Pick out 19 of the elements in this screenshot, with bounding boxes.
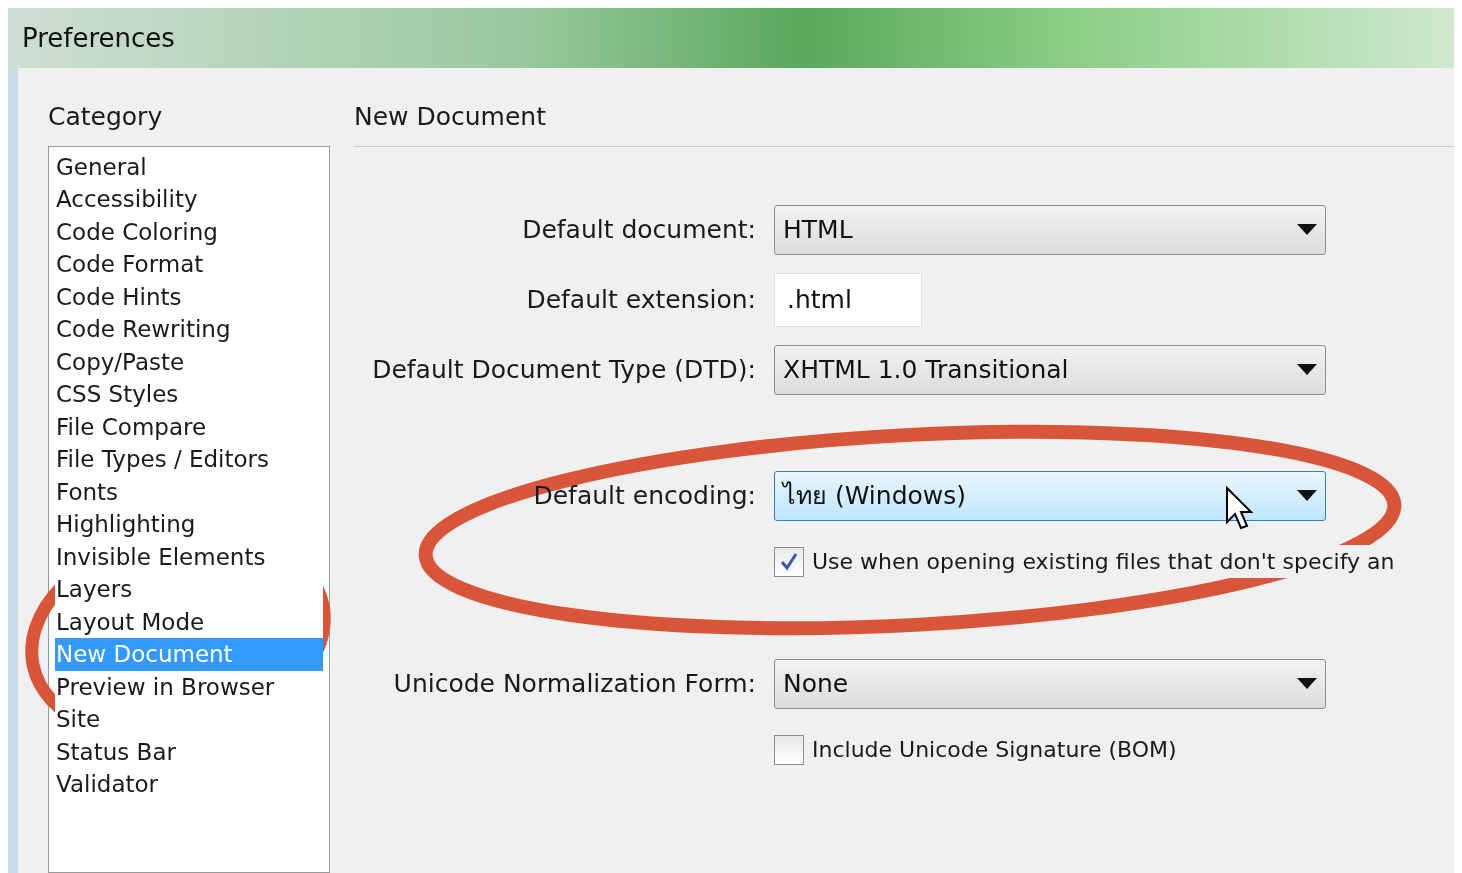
panel-heading: New Document (354, 98, 1454, 147)
dropdown-field[interactable]: HTML (774, 204, 1326, 255)
field-label: Default Document Type (DTD): (371, 353, 757, 386)
field-label: Default document: (521, 213, 757, 246)
dropdown-arrow-icon (1297, 364, 1317, 375)
field-label: Default encoding: (532, 479, 757, 512)
category-heading: Category (48, 101, 164, 133)
window-title: Preferences (22, 21, 175, 55)
dropdown-field[interactable]: XHTML 1.0 Transitional (774, 344, 1326, 395)
checkbox[interactable] (774, 734, 804, 765)
field-label: Unicode Normalization Form: (392, 667, 757, 700)
dropdown-arrow-icon (1297, 678, 1317, 689)
checkbox[interactable] (774, 546, 804, 577)
input-field[interactable]: .html (774, 272, 922, 327)
field-label: Default extension: (525, 283, 757, 316)
checkbox-label: Use when opening existing files that don't specify an (812, 545, 1395, 578)
dropdown-field[interactable]: None (774, 658, 1326, 709)
dropdown-arrow-icon (1297, 224, 1317, 235)
dropdown-arrow-icon (1297, 490, 1317, 501)
